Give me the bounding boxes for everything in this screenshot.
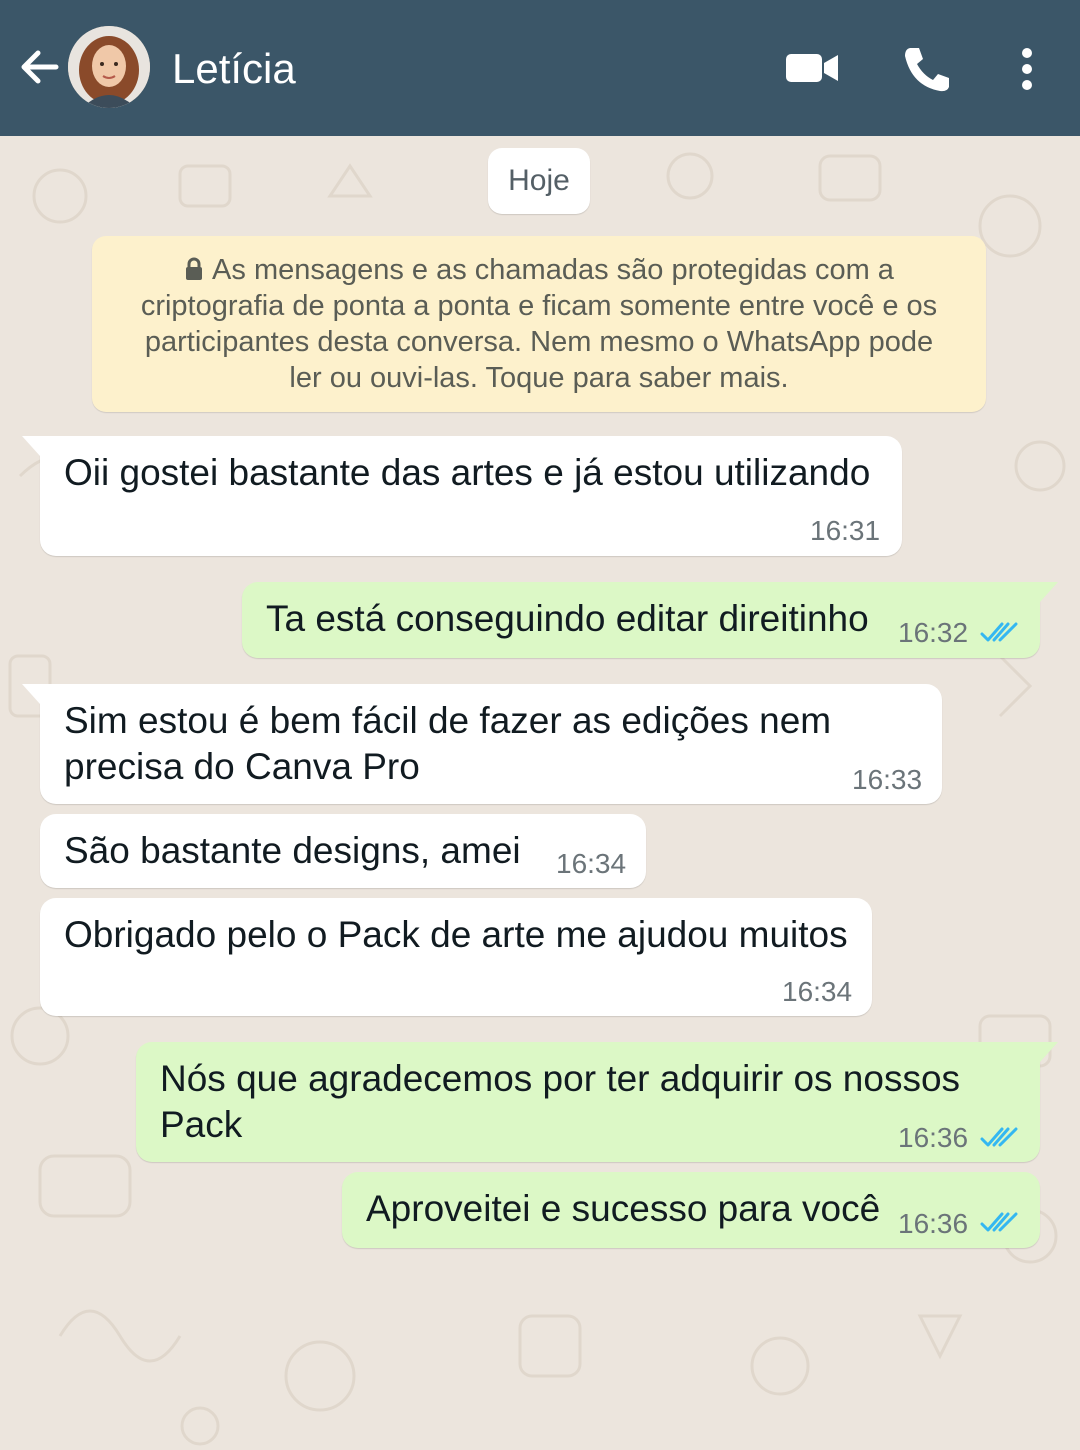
video-call-icon[interactable]: [784, 46, 840, 90]
message-bubble-outgoing[interactable]: Nós que agradecemos por ter adquirir os …: [136, 1042, 1058, 1162]
message-bubble-incoming[interactable]: Obrigado pelo o Pack de arte me ajudou m…: [40, 898, 872, 1016]
back-arrow-icon[interactable]: [14, 42, 64, 92]
contact-name[interactable]: Letícia: [172, 44, 296, 94]
message-bubble-incoming[interactable]: Sim estou é bem fácil de fazer as ediçõe…: [22, 684, 942, 804]
encryption-line: criptografia de ponta a ponta e ficam so…: [140, 290, 938, 322]
more-options-icon[interactable]: [1010, 44, 1044, 94]
message-time: 16:34: [556, 848, 627, 879]
message-bubble-incoming[interactable]: São bastante designs, amei 16:34: [40, 814, 646, 888]
avatar[interactable]: [68, 26, 150, 108]
chat-header: Letícia: [0, 0, 1080, 136]
message-time: 16:36: [898, 1122, 969, 1153]
message-text: São bastante designs, amei: [64, 830, 521, 871]
message-time: 16:32: [898, 617, 969, 648]
message-text: precisa do Canva Pro: [64, 746, 420, 787]
read-receipt-icon: [980, 622, 1018, 642]
message-text: Oii gostei bastante das artes e já estou…: [64, 452, 871, 493]
lock-icon: [186, 257, 203, 280]
encryption-notice[interactable]: As mensagens e as chamadas são protegida…: [92, 236, 986, 412]
message-text: Sim estou é bem fácil de fazer as ediçõe…: [64, 700, 832, 741]
message-text: Obrigado pelo o Pack de arte me ajudou m…: [64, 914, 848, 955]
encryption-line: participantes desta conversa. Nem mesmo …: [144, 326, 934, 358]
read-receipt-icon: [980, 1127, 1018, 1147]
read-receipt-icon: [980, 1212, 1018, 1232]
message-text: Pack: [160, 1104, 243, 1145]
phone-icon[interactable]: [900, 44, 952, 94]
message-time: 16:34: [782, 976, 853, 1007]
encryption-line: As mensagens e as chamadas são protegida…: [118, 252, 960, 288]
date-divider: Hoje: [488, 148, 590, 214]
message-text: Nós que agradecemos por ter adquirir os …: [160, 1058, 961, 1099]
message-time: 16:36: [898, 1208, 969, 1239]
encryption-line: ler ou ouvi-las. Toque para saber mais.: [289, 362, 789, 394]
message-text: Ta está conseguindo editar direitinho: [266, 598, 869, 639]
message-time: 16:33: [852, 764, 923, 795]
avatar-image: [68, 26, 150, 108]
message-bubble-outgoing[interactable]: Ta está conseguindo editar direitinho 16…: [242, 582, 1058, 658]
message-bubble-incoming[interactable]: Oii gostei bastante das artes e já estou…: [22, 436, 902, 556]
message-time: 16:31: [810, 515, 881, 546]
message-text: Aproveitei e sucesso para você: [366, 1188, 881, 1229]
message-bubble-outgoing[interactable]: Aproveitei e sucesso para você 16:36: [342, 1172, 1040, 1248]
